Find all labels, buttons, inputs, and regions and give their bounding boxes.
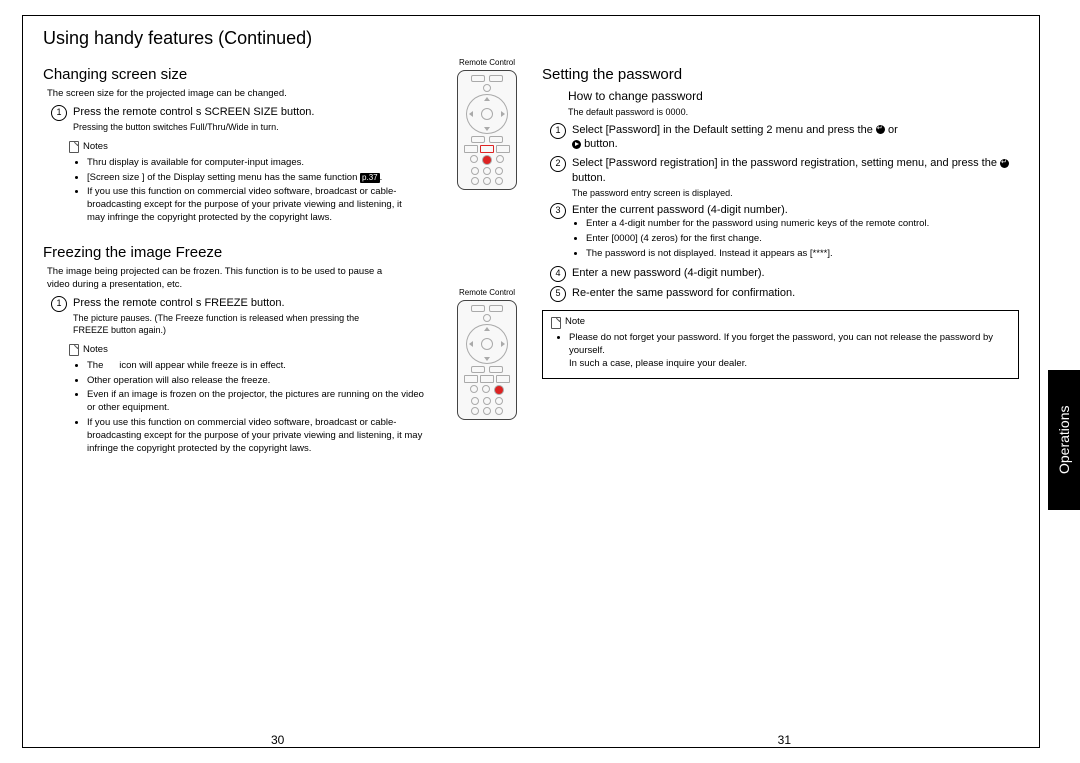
- step-number: 1: [550, 123, 566, 139]
- remote-diagram-2: Remote Control: [448, 289, 526, 420]
- remote-body: [457, 70, 517, 190]
- step-5: 5 Re-enter the same password for confirm…: [550, 286, 1019, 302]
- enter-icon: [876, 125, 885, 134]
- remote-label: Remote Control: [448, 59, 526, 68]
- remote-label: Remote Control: [448, 289, 526, 298]
- page-frame: Using handy features (Continued) Remote …: [22, 15, 1040, 748]
- intro-text: The image being projected can be frozen.…: [47, 266, 407, 292]
- note-item: Please do not forget your password. If y…: [569, 332, 1010, 370]
- step-title: Select [Password] in the Default setting…: [572, 123, 1019, 153]
- step-title: Re-enter the same password for confirmat…: [572, 286, 1019, 301]
- note-item: Even if an image is frozen on the projec…: [87, 389, 427, 415]
- step-subtext: The picture pauses. (The Freeze function…: [73, 312, 381, 336]
- step-number: 2: [550, 156, 566, 172]
- step-4: 4 Enter a new password (4-digit number).: [550, 266, 1019, 282]
- step-title: Enter a new password (4-digit number).: [572, 266, 1019, 281]
- notes-icon: [69, 141, 79, 153]
- note-item: The password is not displayed. Instead i…: [586, 248, 1019, 261]
- note-item: If you use this function on commercial v…: [87, 186, 417, 224]
- page-number-right: 31: [778, 733, 791, 747]
- play-icon: [572, 140, 581, 149]
- page-left: Remote Control Changing screen size The …: [43, 59, 520, 728]
- step-title: Press the remote control s FREEZE button…: [73, 296, 381, 311]
- page-title: Using handy features (Continued): [43, 28, 1019, 49]
- notes-list: Please do not forget your password. If y…: [555, 332, 1010, 370]
- step-1: 1 Select [Password] in the Default setti…: [550, 123, 1019, 153]
- step-3: 3 Enter the current password (4-digit nu…: [550, 203, 1019, 262]
- section-tab: Operations: [1048, 370, 1080, 510]
- step-1: 1 Press the remote control s SCREEN SIZE…: [51, 105, 361, 133]
- step-1: 1 Press the remote control s FREEZE butt…: [51, 296, 381, 336]
- notes-icon: [551, 317, 561, 329]
- enter-icon: [1000, 159, 1009, 168]
- step-number: 3: [550, 203, 566, 219]
- step-number: 5: [550, 286, 566, 302]
- step-number: 1: [51, 296, 67, 312]
- notes-list: Thru display is available for computer-i…: [73, 157, 417, 225]
- step-subtext: The password entry screen is displayed.: [572, 187, 1019, 199]
- step-title: Select [Password registration] in the pa…: [572, 156, 1019, 186]
- remote-body: [457, 300, 517, 420]
- page-ref: p.37: [360, 173, 380, 184]
- step-number: 1: [51, 105, 67, 121]
- step-title: Press the remote control s SCREEN SIZE b…: [73, 105, 361, 120]
- step-2: 2 Select [Password registration] in the …: [550, 156, 1019, 199]
- page-number-left: 30: [271, 733, 284, 747]
- subheading: How to change password: [568, 88, 1019, 104]
- note-item: If you use this function on commercial v…: [87, 417, 427, 455]
- note-box: Note Please do not forget your password.…: [542, 310, 1019, 378]
- note-item: Enter [0000] (4 zeros) for the first cha…: [586, 233, 1019, 246]
- note-item: Enter a 4-digit number for the password …: [586, 218, 1019, 231]
- sub-intro: The default password is 0000.: [568, 106, 1019, 118]
- two-page-spread: Remote Control Changing screen size The …: [43, 59, 1019, 728]
- note-item: [Screen size ] of the Display setting me…: [87, 172, 417, 185]
- page-right: Setting the password How to change passw…: [542, 59, 1019, 728]
- note-item: Thru display is available for computer-i…: [87, 157, 417, 170]
- note-item: The icon will appear while freeze is in …: [87, 360, 427, 373]
- remote-diagram-1: Remote Control: [448, 59, 526, 190]
- heading-password: Setting the password: [542, 65, 1019, 85]
- heading-freeze: Freezing the image Freeze: [43, 243, 520, 263]
- notes-list: The icon will appear while freeze is in …: [73, 360, 427, 456]
- step-number: 4: [550, 266, 566, 282]
- note-item: Other operation will also release the fr…: [87, 375, 427, 388]
- notes-list: Enter a 4-digit number for the password …: [572, 218, 1019, 260]
- step-subtext: Pressing the button switches Full/Thru/W…: [73, 121, 361, 133]
- notes-icon: [69, 344, 79, 356]
- step-title: Enter the current password (4-digit numb…: [572, 203, 1019, 218]
